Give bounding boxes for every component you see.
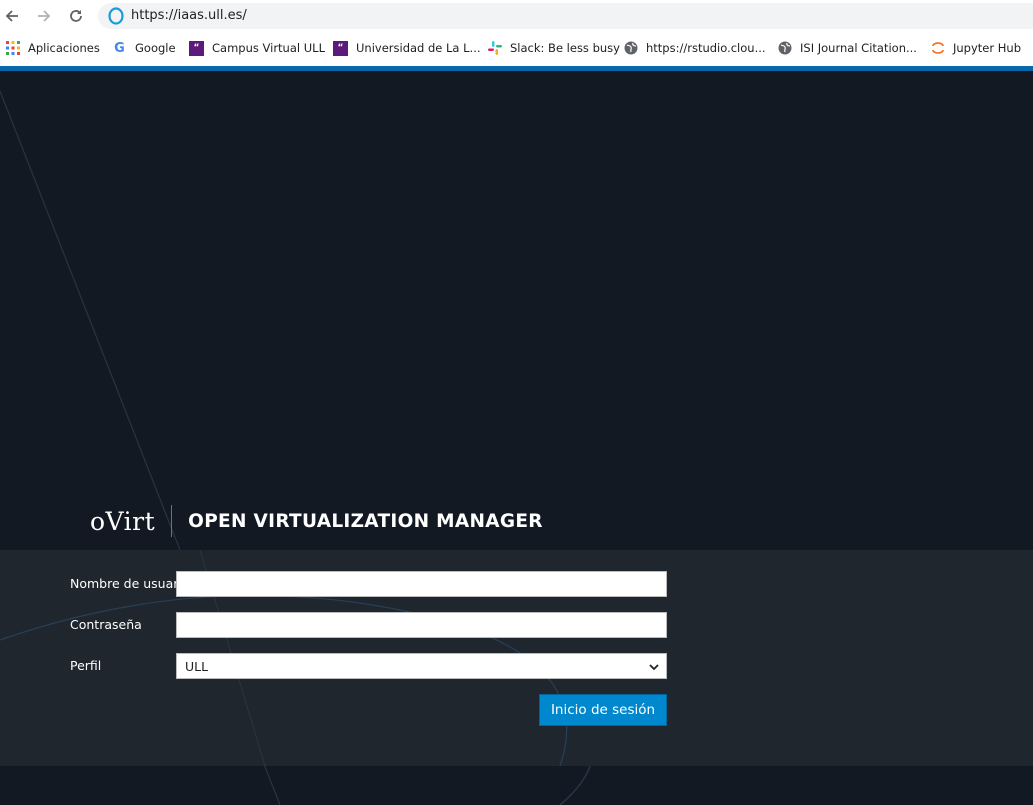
url-text[interactable]: https://iaas.ull.es/ <box>131 8 247 23</box>
profile-label: Perfil <box>70 658 102 673</box>
bookmark-slack[interactable]: Slack: Be less busy <box>487 37 620 59</box>
profile-selected-value: ULL <box>185 658 209 674</box>
bookmark-universidad[interactable]: “ Universidad de La L... <box>333 37 481 59</box>
login-button[interactable]: Inicio de sesión <box>539 694 667 726</box>
bookmark-campus-virtual[interactable]: “ Campus Virtual ULL <box>189 37 325 59</box>
google-icon: G <box>114 40 125 56</box>
slack-icon <box>487 41 502 56</box>
password-input[interactable] <box>176 612 667 638</box>
ovirt-logo: oVirt <box>90 506 156 536</box>
bookmark-jupyter[interactable]: Jupyter Hub <box>930 37 1021 59</box>
globe-icon <box>777 41 792 56</box>
profile-select[interactable]: ULL <box>176 653 667 679</box>
opera-icon <box>108 7 124 25</box>
bookmark-isi-journal[interactable]: ISI Journal Citation... <box>777 37 917 59</box>
jupyter-icon <box>930 41 945 56</box>
brand-divider <box>171 505 173 537</box>
moodle-icon: “ <box>333 40 348 56</box>
bookmark-label: Slack: Be less busy <box>510 41 620 55</box>
bookmark-label: Universidad de La L... <box>356 41 481 55</box>
reload-button[interactable] <box>64 4 88 28</box>
bookmark-label: https://rstudio.clou... <box>646 41 766 55</box>
arrow-left-icon <box>5 10 18 22</box>
bookmark-label: ISI Journal Citation... <box>800 41 917 55</box>
back-button[interactable] <box>0 4 24 28</box>
bookmark-label: Aplicaciones <box>28 41 100 55</box>
bookmark-label: Jupyter Hub <box>953 41 1021 55</box>
bookmark-rstudio[interactable]: https://rstudio.clou... <box>623 37 766 59</box>
bookmark-label: Google <box>135 41 176 55</box>
username-input[interactable] <box>176 571 667 597</box>
moodle-icon: “ <box>189 40 204 56</box>
username-label: Nombre de usuar <box>70 576 179 591</box>
brand-header: oVirt OPEN VIRTUALIZATION MANAGER <box>90 503 543 539</box>
bookmark-aplicaciones[interactable]: Aplicaciones <box>5 37 100 59</box>
product-title: OPEN VIRTUALIZATION MANAGER <box>188 510 543 532</box>
bookmarks-bar: Aplicaciones G Google “ Campus Virtual U… <box>0 37 1033 59</box>
password-label: Contraseña <box>70 617 142 632</box>
arrow-right-icon <box>38 10 51 22</box>
forward-button[interactable] <box>32 4 56 28</box>
browser-chrome: https://iaas.ull.es/ Aplicaciones G Goog… <box>0 0 1033 71</box>
globe-icon <box>623 41 638 56</box>
bookmark-google[interactable]: G Google <box>112 37 176 59</box>
bookmark-label: Campus Virtual ULL <box>212 41 325 55</box>
apps-grid-icon <box>5 41 20 56</box>
reload-icon <box>70 10 82 22</box>
chevron-down-icon <box>649 664 659 671</box>
